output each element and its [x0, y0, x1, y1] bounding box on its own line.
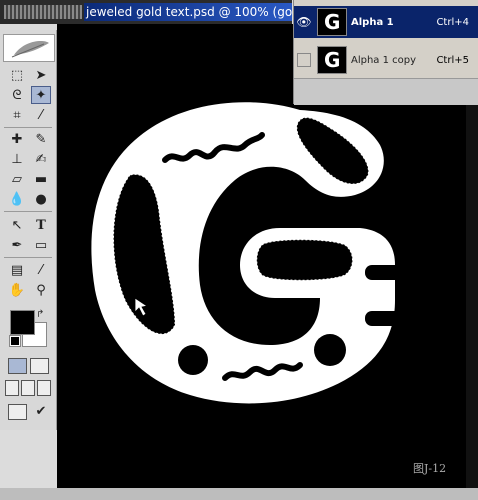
- brush-tool-icon[interactable]: ✎: [31, 130, 51, 148]
- standard-mode-button[interactable]: [8, 358, 27, 374]
- feather-icon: [11, 40, 49, 58]
- default-colors-icon[interactable]: [9, 335, 21, 347]
- channel-name: Alpha 1 copy: [351, 54, 417, 66]
- svg-text:G: G: [324, 48, 340, 72]
- slice-tool-icon[interactable]: ⁄: [31, 106, 51, 124]
- canvas-bottom-edge: [0, 488, 478, 500]
- checkmark-icon[interactable]: ✔: [31, 402, 51, 420]
- pen-tool-icon[interactable]: ✒: [7, 236, 27, 254]
- channel-thumbnail: G: [317, 46, 347, 74]
- prong-lower: [365, 311, 405, 326]
- channel-shortcut: Ctrl+4: [436, 16, 469, 28]
- document-title: jeweled gold text.psd @ 100% (gold text,: [84, 3, 292, 21]
- channels-panel: 👁 G Alpha 1 Ctrl+4 G Alpha 1 copy Ctrl+5: [293, 0, 478, 105]
- prong-upper: [365, 265, 405, 280]
- screen-mode-standard-button[interactable]: [5, 380, 19, 396]
- quick-mask-mode-button[interactable]: [30, 358, 49, 374]
- eraser-tool-icon[interactable]: ▱: [7, 170, 27, 188]
- center-slot: [256, 239, 353, 281]
- magic-wand-tool-icon[interactable]: ✦: [31, 86, 51, 104]
- shape-tool-icon[interactable]: ▭: [31, 236, 51, 254]
- channel-row-alpha1[interactable]: 👁 G Alpha 1 Ctrl+4: [294, 6, 478, 38]
- blur-tool-icon[interactable]: 💧: [7, 190, 27, 208]
- screen-mode-full-menu-button[interactable]: [21, 380, 35, 396]
- zoom-tool-icon[interactable]: ⚲: [31, 281, 51, 299]
- screen-mode-full-button[interactable]: [37, 380, 51, 396]
- marquee-tool-icon[interactable]: ⬚: [7, 66, 27, 84]
- channel-name: Alpha 1: [351, 16, 394, 28]
- type-tool-icon[interactable]: T: [31, 216, 51, 234]
- lasso-tool-icon[interactable]: ᘓ: [7, 86, 27, 104]
- clone-stamp-tool-icon[interactable]: ⊥: [7, 150, 27, 168]
- dodge-tool-icon[interactable]: ●: [31, 190, 51, 208]
- path-selection-tool-icon[interactable]: ↖: [7, 216, 27, 234]
- toolbox: ⬚ ➤ ᘓ ✦ ⌗ ⁄ ✚ ✎ ⊥ ✍ ▱ ▬ 💧 ● ↖ T ✒ ▭ ▤ ⁄ …: [0, 30, 57, 430]
- channel-row-alpha1-copy[interactable]: G Alpha 1 copy Ctrl+5: [294, 44, 478, 76]
- eyedropper-tool-icon[interactable]: ⁄: [31, 261, 51, 279]
- bottom-left-hole: [178, 345, 208, 375]
- hand-tool-icon[interactable]: ✋: [7, 281, 27, 299]
- notes-tool-icon[interactable]: ▤: [7, 261, 27, 279]
- gradient-tool-icon[interactable]: ▬: [31, 170, 51, 188]
- toolbox-header[interactable]: [3, 34, 55, 62]
- channel-shortcut: Ctrl+5: [436, 54, 469, 66]
- foreground-color-swatch[interactable]: [10, 310, 35, 335]
- bottom-right-hole: [314, 334, 346, 366]
- crop-tool-icon[interactable]: ⌗: [7, 106, 27, 124]
- jump-to-imageready-button[interactable]: [8, 404, 27, 420]
- document-titlebar[interactable]: jeweled gold text.psd @ 100% (gold text,: [0, 0, 292, 24]
- visibility-toggle[interactable]: [294, 44, 314, 76]
- titlebar-grip[interactable]: [4, 5, 82, 19]
- channel-thumbnail: G: [317, 8, 347, 36]
- figure-label: 图J-12: [413, 462, 447, 475]
- channels-panel-footer: [294, 78, 478, 105]
- svg-text:G: G: [324, 10, 340, 34]
- history-brush-tool-icon[interactable]: ✍: [31, 150, 51, 168]
- eye-icon[interactable]: 👁: [294, 6, 314, 38]
- swap-colors-icon[interactable]: ↱: [36, 309, 44, 320]
- move-tool-icon[interactable]: ➤: [31, 66, 51, 84]
- healing-brush-tool-icon[interactable]: ✚: [7, 130, 27, 148]
